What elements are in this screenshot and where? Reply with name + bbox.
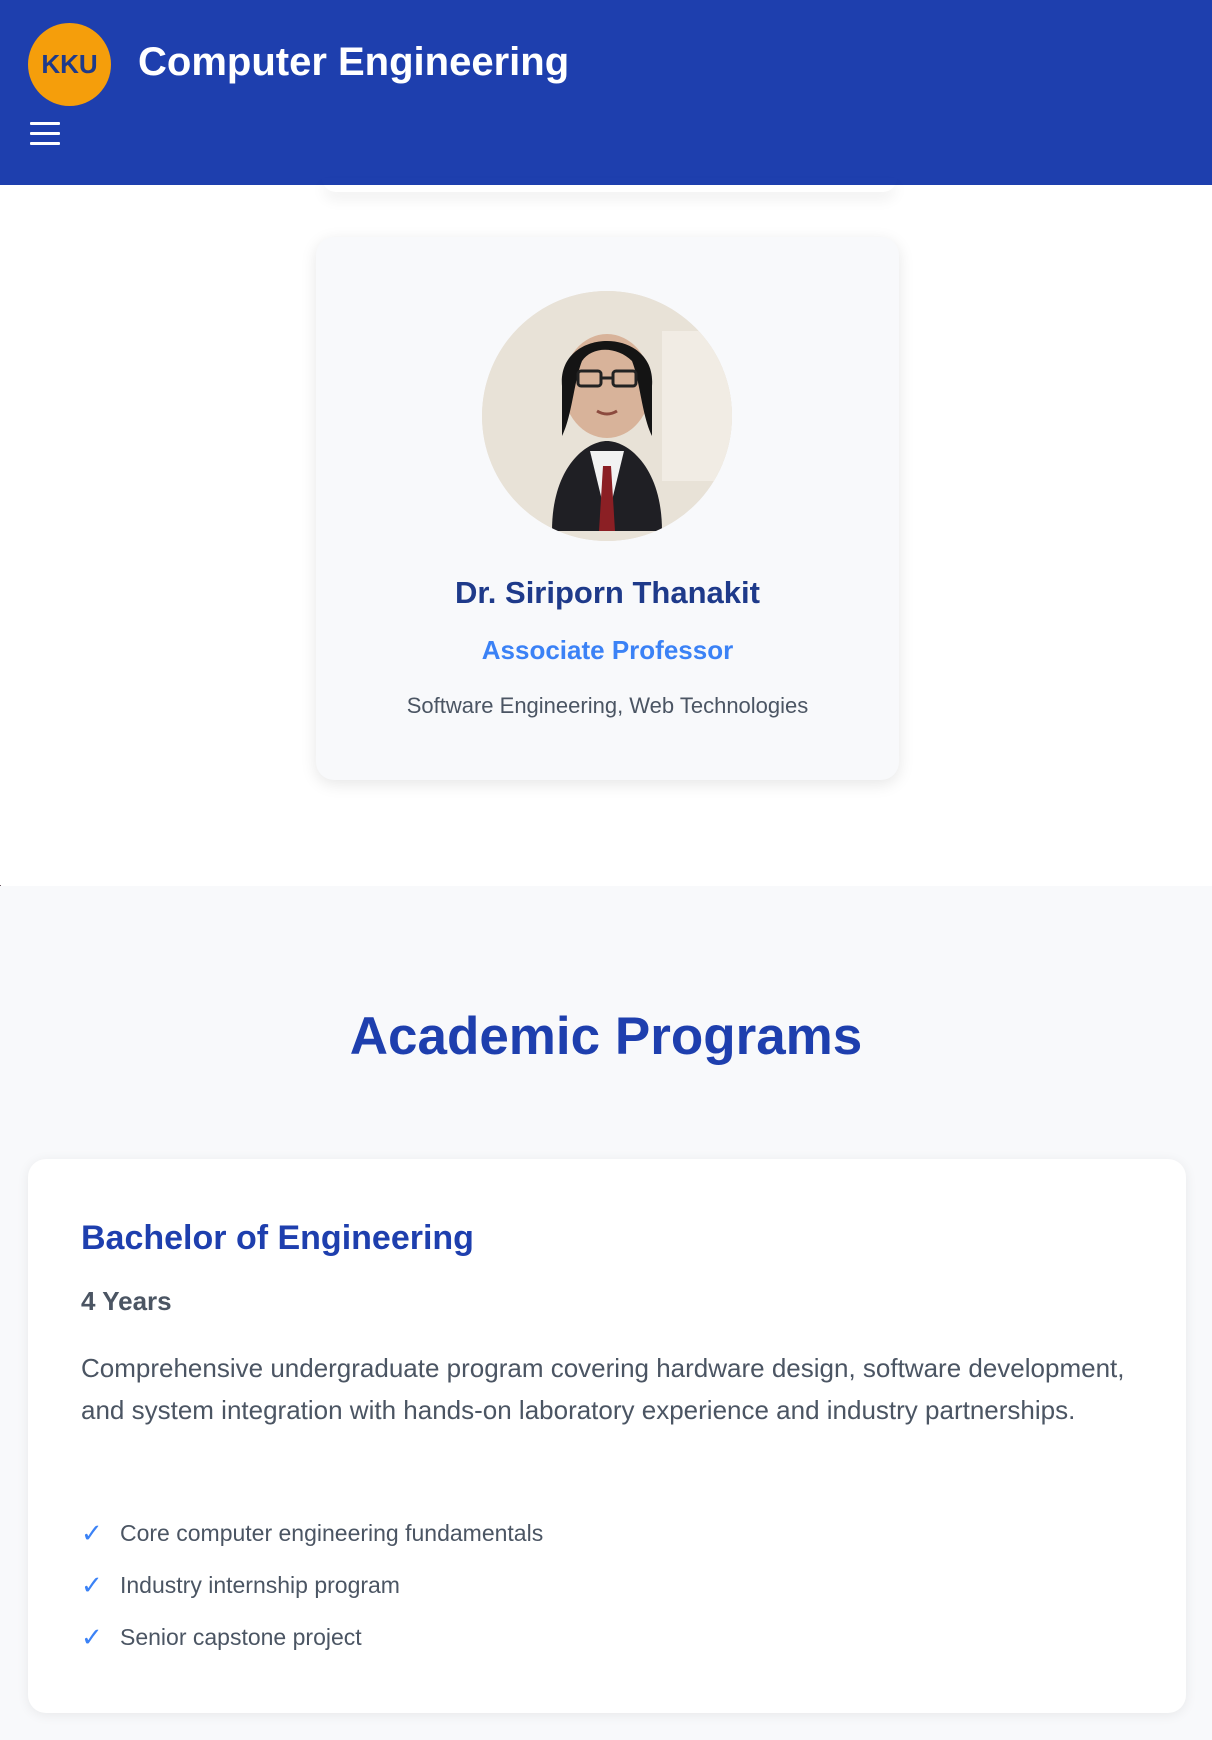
check-icon: ✓ [81,1517,103,1548]
site-title: Computer Engineering [138,40,570,84]
feature-item: ✓ Senior capstone project [81,1611,543,1663]
program-duration: 4 Years [81,1286,172,1316]
hamburger-menu-icon[interactable] [28,116,62,150]
faculty-role: Associate Professor [481,635,734,665]
top-navigation-bar: KKU Computer Engineering [0,0,1212,185]
faculty-name: Dr. Siriporn Thanakit [455,575,760,610]
program-title: Bachelor of Engineering [81,1219,474,1257]
faculty-section: Dr. Siriporn Thanakit Associate Professo… [0,185,1212,885]
feature-text: Senior capstone project [120,1623,362,1650]
check-icon: ✓ [81,1569,103,1600]
card-shadow-edge [322,178,897,192]
program-card-bachelor[interactable]: Bachelor of Engineering 4 Years Comprehe… [28,1159,1186,1713]
faculty-card[interactable]: Dr. Siriporn Thanakit Associate Professo… [316,237,899,780]
menu-line [30,122,60,125]
section-title: Academic Programs [349,1007,863,1066]
program-features: ✓ Core computer engineering fundamentals… [81,1507,543,1663]
feature-text: Industry internship program [120,1571,400,1598]
menu-line [30,132,60,135]
faculty-specialization: Software Engineering, Web Technologies [406,693,809,718]
check-icon: ✓ [81,1621,103,1652]
faculty-photo [482,291,732,541]
kku-logo[interactable]: KKU [28,23,111,106]
feature-item: ✓ Core computer engineering fundamentals [81,1507,543,1559]
feature-item: ✓ Industry internship program [81,1559,543,1611]
feature-text: Core computer engineering fundamentals [120,1519,544,1546]
program-description: Comprehensive undergraduate program cove… [81,1353,1125,1425]
menu-line [30,142,60,145]
academic-programs-section: Academic Programs Bachelor of Engineerin… [0,886,1212,1740]
